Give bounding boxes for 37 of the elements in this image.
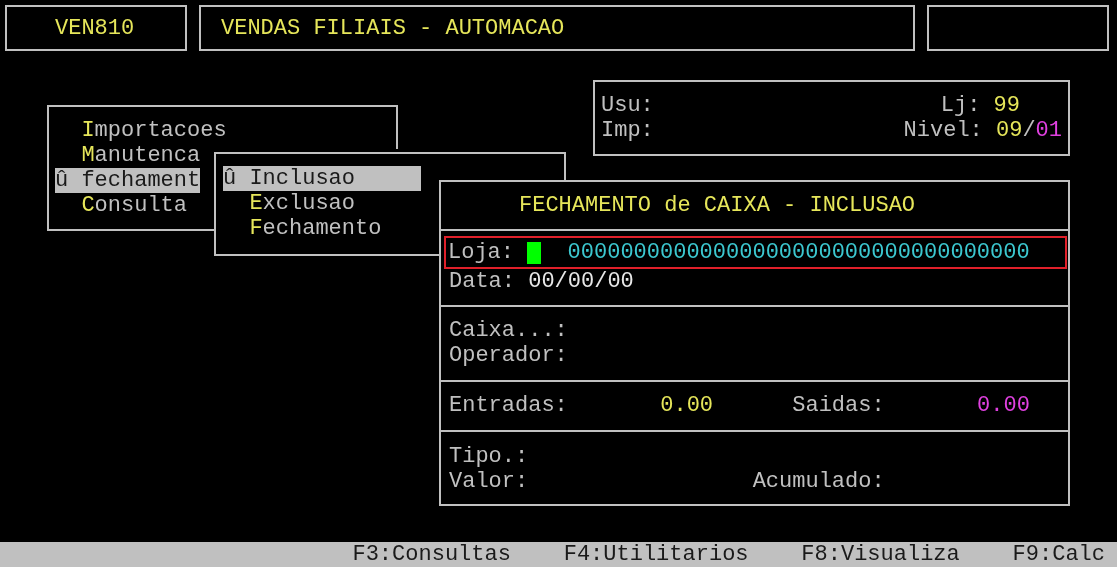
function-key[interactable]: F3:Consultas xyxy=(352,542,511,567)
screen-title: VENDAS FILIAIS - AUTOMACAO xyxy=(221,15,565,41)
program-code: VEN810 xyxy=(55,15,135,41)
menu-item[interactable]: Manutenca xyxy=(55,143,201,168)
function-key[interactable]: F9:Calc xyxy=(1012,542,1105,567)
function-key[interactable]: F4:Utilitarios xyxy=(563,542,749,567)
menu-item[interactable]: Consulta xyxy=(55,193,201,218)
nivel-sub-value: 01 xyxy=(1035,118,1062,143)
total-label: Entradas: xyxy=(449,393,569,418)
caixa-label: Caixa...: xyxy=(449,318,568,343)
valor-label: Valor: xyxy=(449,469,530,494)
menu-item[interactable]: Exclusao xyxy=(223,191,422,216)
usu-label: Usu: xyxy=(601,93,654,118)
lj-value: 99 xyxy=(993,93,1020,118)
data-value: 00/00/00 xyxy=(528,269,634,294)
lj-label: Lj: xyxy=(940,93,981,118)
loja-label: Loja: xyxy=(448,240,514,265)
nivel-label: Nivel: xyxy=(903,118,983,143)
text-cursor xyxy=(527,241,542,264)
menu-item[interactable]: Fechamento xyxy=(223,216,422,241)
total-value: 0.00 xyxy=(977,393,1030,418)
total-value: 0.00 xyxy=(660,393,715,418)
acumulado-label: Acumulado: xyxy=(752,469,885,494)
form-title: FECHAMENTO de CAIXA - INCLUSAO xyxy=(519,193,916,218)
menu-item[interactable]: Importacoes xyxy=(55,118,227,143)
data-label: Data: xyxy=(449,269,515,294)
menu-item[interactable]: û Inclusao xyxy=(223,166,422,191)
nivel-value: 09 xyxy=(996,118,1023,143)
loja-input-field[interactable]: Loja: 00000000000000000000000000000000000 xyxy=(444,236,1067,269)
menu-item[interactable]: û fechament xyxy=(55,168,201,193)
tipo-label: Tipo.: xyxy=(449,444,529,469)
function-key[interactable]: F8:Visualiza xyxy=(801,542,960,567)
loja-value: 00000000000000000000000000000000000 xyxy=(567,240,1030,265)
operador-label: Operador: xyxy=(449,343,568,368)
total-label: Saidas: xyxy=(792,393,886,418)
nivel-separator: / xyxy=(1022,118,1036,143)
imp-label: Imp: xyxy=(601,118,654,143)
